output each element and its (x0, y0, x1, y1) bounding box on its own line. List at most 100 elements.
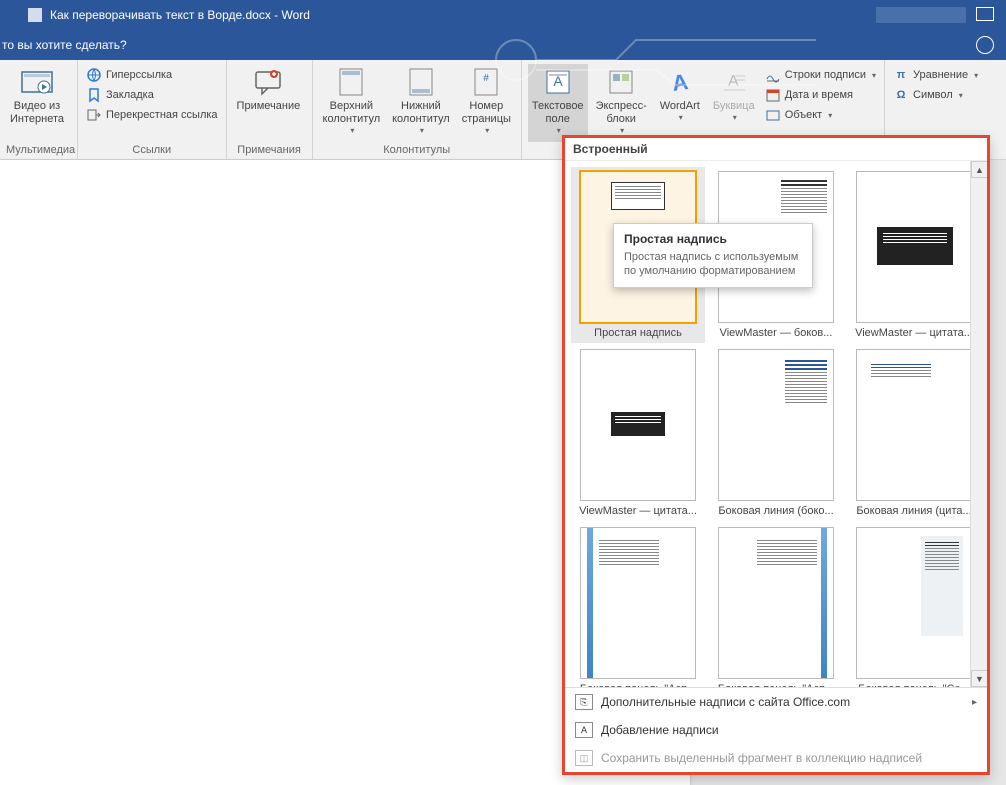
signature-line-button[interactable]: Строки подписи (763, 66, 878, 84)
crossref-button[interactable]: Перекрестная ссылка (84, 106, 220, 124)
footer-button[interactable]: Нижний колонтитул (388, 64, 454, 142)
object-label: Объект (785, 109, 822, 121)
hyperlink-label: Гиперссылка (106, 69, 172, 81)
online-video-button[interactable]: Видео из Интернета (6, 64, 68, 142)
symbol-icon: Ω (893, 87, 909, 103)
header-label: Верхний колонтитул (323, 100, 381, 126)
page-number-label: Номер страницы (462, 100, 511, 126)
user-account-box[interactable] (876, 7, 966, 23)
footer-icon (405, 66, 437, 98)
gallery-item[interactable]: Боковая линия (боко... (713, 349, 839, 517)
online-video-label: Видео из Интернета (10, 100, 64, 126)
hyperlink-button[interactable]: Гиперссылка (84, 66, 220, 84)
group-links: Гиперссылка Закладка Перекрестная ссылка… (78, 60, 227, 159)
tooltip: Простая надпись Простая надпись с исполь… (613, 223, 813, 288)
text-box-icon: A (542, 66, 574, 98)
wordart-button[interactable]: A WordArt (655, 64, 705, 142)
svg-text:A: A (670, 69, 689, 96)
chevron-right-icon: ▸ (972, 697, 977, 708)
gallery-item-label: Боковая линия (боко... (717, 505, 835, 517)
draw-textbox-label: Добавление надписи (601, 723, 719, 737)
group-header-footer-label: Колонтитулы (319, 142, 515, 159)
date-time-icon (765, 87, 781, 103)
more-office-label: Дополнительные надписи с сайта Office.co… (601, 695, 850, 709)
scroll-down-button[interactable]: ▼ (971, 670, 987, 687)
quick-parts-button[interactable]: Экспресс- блоки (592, 64, 651, 142)
gallery-scrollbar[interactable]: ▲ ▼ (970, 161, 987, 687)
equation-label: Уравнение (913, 69, 968, 81)
group-links-label: Ссылки (84, 142, 220, 159)
gallery-thumb (580, 527, 696, 679)
group-multimedia-label: Мультимедиа (6, 142, 71, 159)
header-icon (335, 66, 367, 98)
wordart-label: WordArt (660, 100, 700, 113)
signature-icon (765, 67, 781, 83)
wordart-icon: A (664, 66, 696, 98)
group-header-footer: Верхний колонтитул Нижний колонтитул # Но… (313, 60, 522, 159)
more-from-office-option[interactable]: ⎘ Дополнительные надписи с сайта Office.c… (565, 688, 987, 716)
crossref-icon (86, 107, 102, 123)
object-button[interactable]: Объект (763, 106, 878, 124)
comment-button[interactable]: Примечание (233, 64, 305, 142)
drop-cap-label: Буквица (713, 100, 755, 113)
office-icon: ⎘ (575, 694, 593, 710)
group-comments: Примечание Примечания (227, 60, 313, 159)
comment-icon (252, 66, 284, 98)
equation-button[interactable]: πУравнение (891, 66, 980, 84)
comment-label: Примечание (237, 100, 301, 113)
page-number-button[interactable]: # Номер страницы (458, 64, 515, 142)
gallery-section-header: Встроенный (565, 138, 987, 161)
window-title: Как переворачивать текст в Ворде.docx - … (50, 8, 310, 22)
bookmark-label: Закладка (106, 89, 154, 101)
footer-label: Нижний колонтитул (392, 100, 450, 126)
gallery-item[interactable]: Боковая панель "Асп... (575, 527, 701, 687)
text-box-button[interactable]: AТекстовое поле (528, 64, 588, 142)
page-number-icon: # (470, 66, 502, 98)
tell-me-text[interactable]: то вы хотите сделать? (2, 38, 127, 52)
window-restore-icon[interactable] (976, 7, 994, 21)
object-icon (765, 107, 781, 123)
text-box-label: Текстовое поле (532, 100, 584, 126)
document-icon (28, 8, 42, 22)
gallery-thumb (718, 349, 834, 501)
draw-textbox-option[interactable]: AДобавление надписи (565, 716, 987, 744)
quick-parts-icon (605, 66, 637, 98)
quick-parts-label: Экспресс- блоки (596, 100, 647, 126)
gallery-thumb (856, 349, 972, 501)
svg-text:#: # (484, 73, 490, 84)
tell-me-bar: то вы хотите сделать? (0, 30, 1006, 60)
bookmark-icon (86, 87, 102, 103)
gallery-footer: ⎘ Дополнительные надписи с сайта Office.c… (565, 687, 987, 772)
hyperlink-icon (86, 67, 102, 83)
header-button[interactable]: Верхний колонтитул (319, 64, 385, 142)
bookmark-button[interactable]: Закладка (84, 86, 220, 104)
video-icon (21, 66, 53, 98)
gallery-thumb (856, 527, 972, 679)
tooltip-title: Простая надпись (624, 232, 802, 246)
gallery-thumb (580, 349, 696, 501)
gallery-item[interactable]: ViewMaster — цитата... (851, 171, 977, 339)
group-comments-label: Примечания (233, 142, 306, 159)
gallery-item-label: ViewMaster — цитата... (855, 327, 973, 339)
gallery-item[interactable]: Боковая панель "Се... (851, 527, 977, 687)
drop-cap-button[interactable]: AБуквица (709, 64, 759, 142)
gallery-thumb (718, 527, 834, 679)
tooltip-body: Простая надпись с используемым по умолча… (624, 250, 802, 279)
symbol-button[interactable]: Ω Символ (891, 86, 980, 104)
crossref-label: Перекрестная ссылка (106, 109, 218, 121)
gallery-item[interactable]: ViewMaster — цитата... (575, 349, 701, 517)
gallery-item-label: Простая надпись (579, 327, 697, 339)
gallery-item[interactable]: Боковая панель "Асп... (713, 527, 839, 687)
save-selection-icon: ◫ (575, 750, 593, 766)
symbol-label: Символ (913, 89, 953, 101)
gallery-item[interactable]: Боковая линия (цита... (851, 349, 977, 517)
date-time-label: Дата и время (785, 89, 853, 101)
scroll-up-button[interactable]: ▲ (971, 161, 987, 178)
save-selection-option: ◫ Сохранить выделенный фрагмент в коллекц… (565, 744, 987, 772)
gallery-item-label: ViewMaster — боков... (717, 327, 835, 339)
date-time-button[interactable]: Дата и время (763, 86, 878, 104)
gallery-item-label: Боковая линия (цита... (855, 505, 973, 517)
gallery-item-label: Боковая панель "Асп... (579, 683, 697, 687)
share-icon[interactable] (976, 36, 994, 54)
save-selection-label: Сохранить выделенный фрагмент в коллекци… (601, 751, 922, 765)
